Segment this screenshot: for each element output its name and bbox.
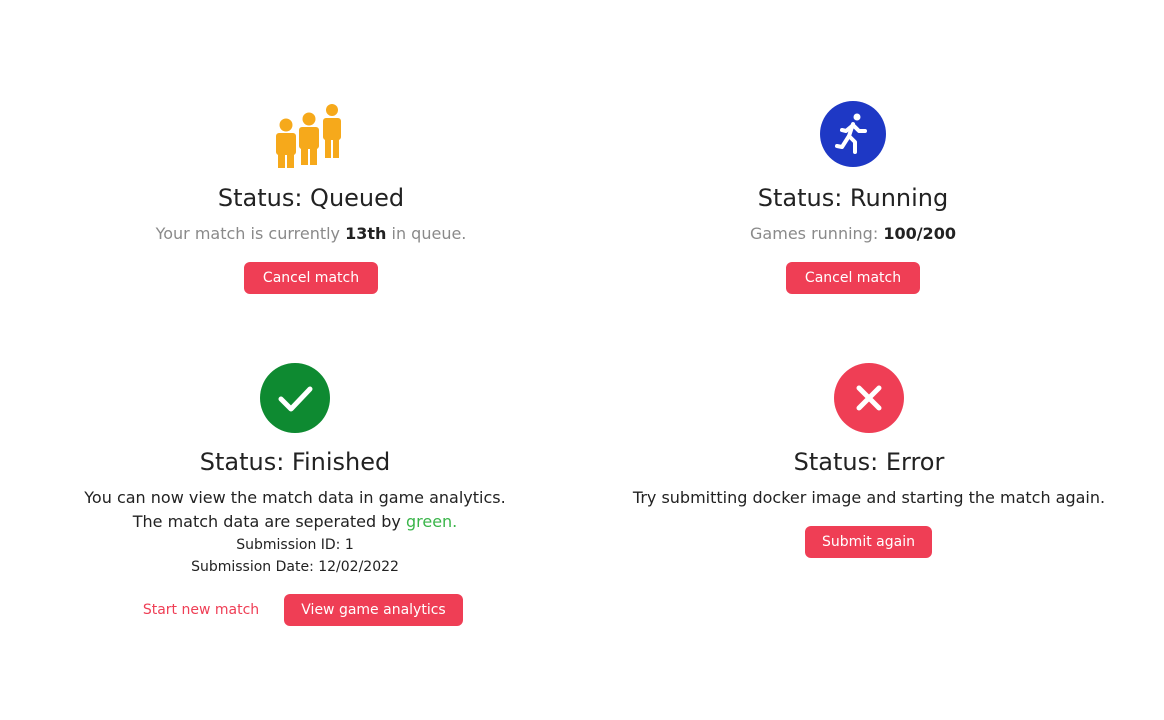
finished-info-line-1: You can now view the match data in game …	[84, 488, 506, 507]
queue-position-text: Your match is currently 13th in queue.	[60, 223, 562, 245]
cancel-running-match-button[interactable]: Cancel match	[786, 262, 920, 294]
games-running-label: Games running:	[750, 224, 884, 243]
games-running-value: 100/200	[883, 224, 956, 243]
start-new-match-link[interactable]: Start new match	[130, 594, 272, 626]
submit-again-button[interactable]: Submit again	[805, 526, 932, 558]
queue-position-rank: 13th	[345, 224, 387, 243]
queued-card: Status: Queued Your match is currently 1…	[60, 95, 562, 305]
error-title: Status: Error	[793, 448, 945, 476]
finished-info-prefix: The match data are seperated by	[132, 512, 406, 531]
submission-id: Submission ID: 1	[236, 537, 354, 553]
finished-card: Status: Finished You can now view the ma…	[44, 360, 546, 630]
finished-title: Status: Finished	[199, 448, 391, 476]
queued-title: Status: Queued	[217, 184, 405, 212]
queue-position-prefix: Your match is currently	[155, 224, 346, 243]
queue-position-suffix: in queue.	[386, 224, 467, 243]
running-person-icon	[819, 100, 887, 168]
cancel-queued-match-button[interactable]: Cancel match	[244, 262, 378, 294]
submission-date: Submission Date: 12/02/2022	[191, 559, 399, 575]
running-card: Status: Running Games running: 100/200 C…	[602, 95, 1104, 305]
running-title: Status: Running	[757, 184, 949, 212]
games-running-text: Games running: 100/200	[602, 223, 1104, 245]
x-icon	[834, 363, 904, 433]
error-card: Status: Error Try submitting docker imag…	[618, 360, 1120, 570]
view-game-analytics-button[interactable]: View game analytics	[284, 594, 463, 626]
people-queue-icon	[275, 100, 347, 168]
finished-info-line-2: The match data are seperated by green.	[44, 511, 546, 533]
error-description: Try submitting docker image and starting…	[632, 488, 1106, 507]
checkmark-icon	[260, 363, 330, 433]
green-highlight-text: green.	[405, 512, 458, 531]
